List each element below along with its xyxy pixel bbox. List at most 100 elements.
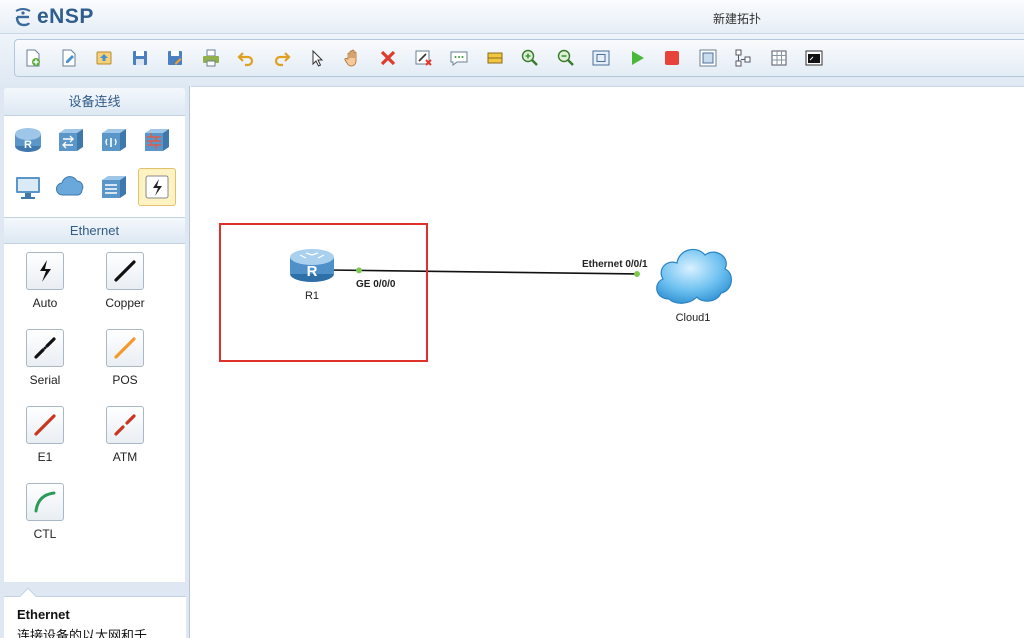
cloud-icon xyxy=(656,248,732,304)
node-label: Cloud1 xyxy=(675,312,711,324)
text-note-button[interactable] xyxy=(446,45,472,71)
device-router[interactable]: R xyxy=(9,121,47,159)
rectangle-icon xyxy=(487,52,502,64)
description-title: Ethernet xyxy=(17,607,70,622)
device-connections[interactable] xyxy=(138,168,176,206)
main-toolbar xyxy=(14,39,1024,77)
port-label-r1: GE 0/0/0 xyxy=(356,279,396,290)
cable-category-header: Ethernet xyxy=(4,218,185,244)
description-notch xyxy=(19,587,37,605)
save-button[interactable] xyxy=(127,45,153,71)
save-as-icon xyxy=(168,51,182,65)
cable-pos[interactable]: POS xyxy=(93,329,157,387)
cable-e1-box xyxy=(26,406,64,444)
fit-icon xyxy=(592,50,610,66)
pos-cable-icon xyxy=(114,337,136,359)
delete-link-button[interactable] xyxy=(411,45,437,71)
cable-auto[interactable]: Auto xyxy=(13,252,77,310)
cable-e1[interactable]: E1 xyxy=(13,406,77,464)
auto-cable-icon xyxy=(40,260,51,282)
cable-label: E1 xyxy=(37,450,53,464)
device-wlan[interactable] xyxy=(95,121,133,159)
undo-button[interactable] xyxy=(233,45,259,71)
save-icon xyxy=(132,51,147,65)
start-device-button[interactable] xyxy=(624,45,650,71)
terminal-icon xyxy=(805,50,823,66)
device-cloud[interactable] xyxy=(52,168,90,206)
draw-shape-button[interactable] xyxy=(482,45,508,71)
hand-icon xyxy=(344,49,356,67)
copper-cable-icon xyxy=(114,260,136,282)
cable-label: Auto xyxy=(32,296,58,310)
cable-auto-box xyxy=(26,252,64,290)
grid-button[interactable] xyxy=(766,45,792,71)
comment-icon xyxy=(450,51,468,66)
capture-button[interactable] xyxy=(695,45,721,71)
cloud-icon xyxy=(56,176,84,196)
e1-cable-icon xyxy=(34,414,56,436)
stop-icon xyxy=(665,51,679,65)
node-r1[interactable]: R R1 xyxy=(287,245,337,302)
delete-button[interactable] xyxy=(375,45,401,71)
topology-button[interactable] xyxy=(730,45,756,71)
title-bar: eNSP 新建拓扑 xyxy=(0,0,1024,34)
cable-label: POS xyxy=(112,373,138,387)
fit-button[interactable] xyxy=(588,45,614,71)
cable-grid: Auto Copper Serial POS E1 ATM CTL xyxy=(4,244,185,582)
new-exam-button[interactable] xyxy=(56,45,82,71)
new-exam-icon xyxy=(62,49,75,67)
cable-label: Copper xyxy=(105,296,145,310)
select-button[interactable] xyxy=(304,45,330,71)
svg-text:R: R xyxy=(307,263,318,280)
device-firewall[interactable] xyxy=(138,121,176,159)
save-as-button[interactable] xyxy=(162,45,188,71)
device-switch[interactable] xyxy=(52,121,90,159)
link-layer xyxy=(329,267,640,277)
cable-serial-box xyxy=(26,329,64,367)
cable-label: CTL xyxy=(33,527,57,541)
open-icon xyxy=(96,51,112,65)
atm-cable-icon xyxy=(114,414,136,436)
node-label: R1 xyxy=(304,290,320,302)
print-icon xyxy=(202,49,219,67)
device-other[interactable] xyxy=(95,168,133,206)
device-pc[interactable] xyxy=(9,168,47,206)
wireless-icon xyxy=(102,129,126,151)
zoom-out-button[interactable] xyxy=(553,45,579,71)
cable-copper[interactable]: Copper xyxy=(93,252,157,310)
redo-icon xyxy=(274,52,291,67)
cable-label: Serial xyxy=(29,373,61,387)
zoom-in-button[interactable] xyxy=(517,45,543,71)
port-label-cloud1: Ethernet 0/0/1 xyxy=(582,259,648,270)
device-panel-header: 设备连线 xyxy=(4,88,185,116)
device-panel: 设备连线 R Ethernet Auto Copper Serial POS E… xyxy=(0,86,190,638)
print-button[interactable] xyxy=(198,45,224,71)
router-icon: R xyxy=(15,128,41,152)
cable-serial[interactable]: Serial xyxy=(13,329,77,387)
terminal-button[interactable] xyxy=(801,45,827,71)
new-file-icon xyxy=(26,49,40,67)
play-icon xyxy=(631,51,644,65)
node-cloud1[interactable]: Cloud1 xyxy=(651,239,735,324)
other-device-icon xyxy=(102,176,126,198)
description-text: 连接设备的以太网和千 xyxy=(17,628,148,638)
delete-icon xyxy=(380,50,396,66)
open-button[interactable] xyxy=(91,45,117,71)
topology-canvas[interactable]: R R1 GE 0/0/0 Ethernet 0/0/1 Cloud1 xyxy=(191,86,1024,638)
cable-label: ATM xyxy=(112,450,138,464)
cable-ctl-box xyxy=(26,483,64,521)
cable-atm[interactable]: ATM xyxy=(93,406,157,464)
undo-icon xyxy=(237,52,254,67)
redo-button[interactable] xyxy=(269,45,295,71)
cable-pos-box xyxy=(106,329,144,367)
switch-icon xyxy=(59,129,83,151)
window-title: 新建拓扑 xyxy=(712,12,761,26)
firewall-icon xyxy=(145,129,169,151)
pan-button[interactable] xyxy=(340,45,366,71)
capture-icon xyxy=(699,49,716,67)
router-icon: R xyxy=(290,249,334,282)
stop-device-button[interactable] xyxy=(659,45,685,71)
new-topology-button[interactable] xyxy=(20,45,46,71)
device-category-grid: R xyxy=(4,116,185,218)
cable-ctl[interactable]: CTL xyxy=(13,483,77,541)
